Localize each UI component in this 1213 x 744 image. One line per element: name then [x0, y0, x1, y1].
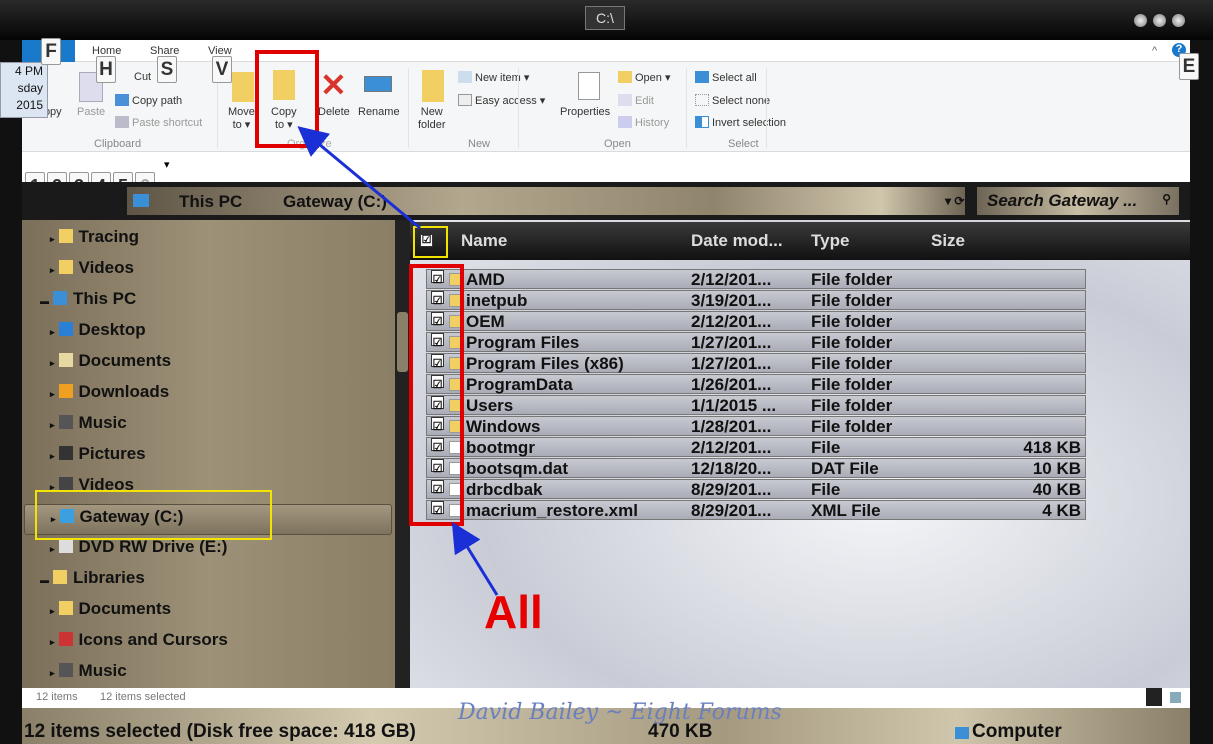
annotation-label: All — [484, 586, 543, 638]
arrow-to-copy-to — [297, 126, 421, 230]
annotation-arrows — [297, 126, 499, 596]
